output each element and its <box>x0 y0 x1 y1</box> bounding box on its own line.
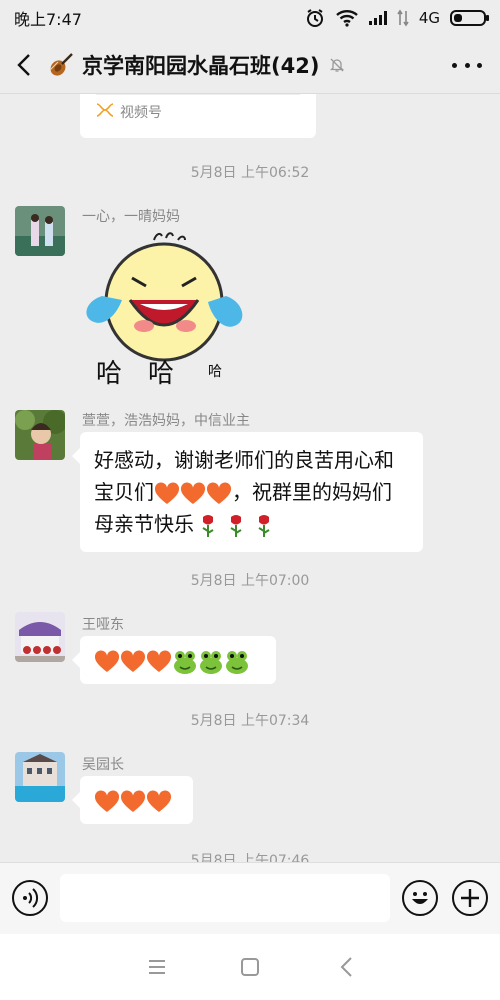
card-divider <box>96 94 300 95</box>
message-text-line: 好感动，谢谢老师们的良苦用心和 <box>94 448 394 472</box>
status-time: 晚上7:47 <box>14 10 82 29</box>
signal-icon <box>368 11 387 25</box>
status-icons: 4G <box>305 8 489 28</box>
home-icon[interactable] <box>237 954 263 980</box>
sender-name: 萱萱，浩浩妈妈，中信业主 <box>82 413 250 429</box>
network-type: 4G <box>418 9 440 27</box>
heart-emoji-icon <box>120 789 146 812</box>
laughing-sticker[interactable]: 哈 哈 哈 <box>82 230 248 390</box>
menu-icon[interactable] <box>144 954 170 980</box>
message-text: 母亲节快乐 <box>94 512 194 536</box>
message-bubble[interactable]: 好感动，谢谢老师们的良苦用心和 宝贝们 ，祝群里的妈妈们 母亲节快乐 <box>72 432 423 552</box>
rose-emoji-icon <box>258 514 270 537</box>
chat-messages[interactable]: 视频号 5月8日 上午06:52 一心，一晴妈妈 哈 哈 哈 萱萱，浩浩妈妈，中… <box>0 94 500 862</box>
status-bar: 晚上7:47 4G <box>0 0 500 36</box>
back-button[interactable] <box>0 36 48 94</box>
input-bar <box>0 862 500 934</box>
battery-icon <box>450 10 489 26</box>
heart-emoji-icon <box>154 481 180 504</box>
message-timestamp: 5月8日 上午07:46 <box>190 853 310 862</box>
frog-emoji-icon <box>200 650 222 674</box>
heart-emoji-icon <box>120 649 146 672</box>
chat-title: 京学南阳园水晶石班(42) <box>82 53 320 78</box>
sender-name: 一心，一晴妈妈 <box>82 209 180 225</box>
heart-emoji-icon <box>94 649 120 672</box>
message-timestamp: 5月8日 上午06:52 <box>190 165 310 181</box>
more-dot <box>452 62 457 68</box>
plus-icon <box>461 889 479 907</box>
avatar[interactable] <box>15 612 65 662</box>
heart-emoji-icon <box>146 789 172 812</box>
heart-emoji-icon <box>146 649 172 672</box>
more-dot <box>464 62 470 68</box>
message-bubble[interactable] <box>72 776 193 824</box>
plus-button[interactable] <box>452 880 488 916</box>
back-nav-icon[interactable] <box>334 954 360 980</box>
sticker-text-ha3: 哈 <box>208 364 222 380</box>
message-bubble[interactable] <box>72 636 276 684</box>
video-channel-label: 视频号 <box>120 105 162 121</box>
frog-emoji-icon <box>174 650 196 674</box>
avatar[interactable] <box>15 206 65 256</box>
smiley-icon <box>412 892 428 904</box>
chevron-left-icon <box>17 53 30 76</box>
avatar[interactable] <box>15 410 65 460</box>
violin-icon <box>48 52 74 78</box>
message-timestamp: 5月8日 上午07:34 <box>190 713 310 729</box>
heart-emoji-icon <box>94 789 120 812</box>
rose-emoji-icon <box>230 514 242 537</box>
sticker-text-ha1: 哈 <box>96 359 122 389</box>
more-dot <box>477 62 482 68</box>
message-input[interactable] <box>60 874 390 922</box>
message-text: ，祝群里的妈妈们 <box>232 480 392 504</box>
voice-button[interactable] <box>12 880 48 916</box>
heart-emoji-icon <box>180 481 206 504</box>
frog-emoji-icon <box>226 650 248 674</box>
message-text: 宝贝们 <box>94 480 154 504</box>
chat-header: 京学南阳园水晶石班(42) <box>0 36 500 94</box>
message-text-line: 宝贝们 ，祝群里的妈妈们 <box>94 476 409 508</box>
message-text-line: 母亲节快乐 <box>94 508 409 540</box>
sticker-text-ha2: 哈 <box>148 359 174 389</box>
message-timestamp: 5月8日 上午07:00 <box>190 573 310 589</box>
more-button[interactable] <box>452 52 482 78</box>
avatar[interactable] <box>15 752 65 802</box>
sender-name: 吴园长 <box>82 757 124 773</box>
alarm-icon <box>306 9 323 27</box>
video-channel-icon <box>96 103 114 117</box>
sender-name: 王哑东 <box>82 617 124 633</box>
wifi-icon <box>336 10 358 27</box>
video-channel-card[interactable]: 视频号 <box>80 94 316 138</box>
rose-emoji-icon <box>202 514 214 537</box>
bell-off-icon <box>330 58 345 72</box>
system-nav-bar <box>0 934 500 1000</box>
data-arrows-icon <box>397 9 409 27</box>
voice-icon <box>23 888 39 908</box>
heart-emoji-icon <box>206 481 232 504</box>
emoji-button[interactable] <box>402 880 438 916</box>
